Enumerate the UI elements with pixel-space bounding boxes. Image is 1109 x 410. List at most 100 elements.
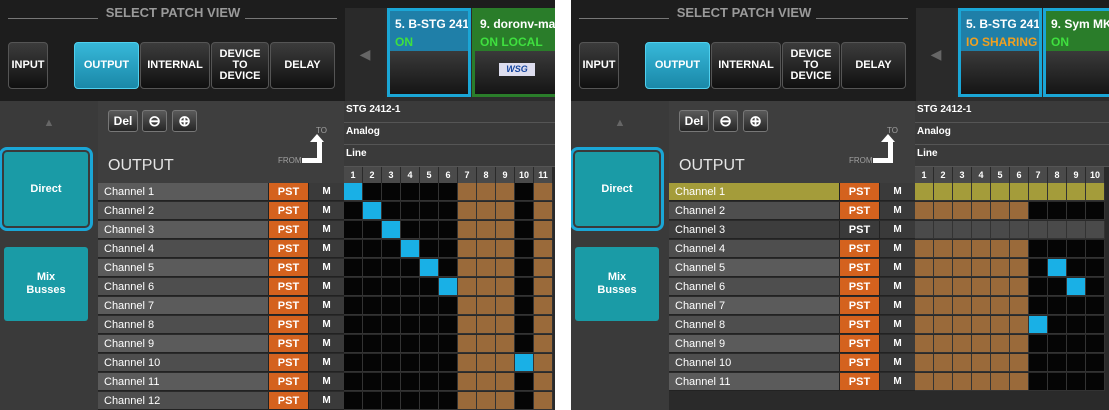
patch-cell[interactable] [934, 183, 953, 201]
patch-cell[interactable] [363, 392, 382, 410]
patch-cell[interactable] [1029, 202, 1048, 220]
patch-cell[interactable] [477, 202, 496, 220]
patch-cell[interactable] [401, 202, 420, 220]
mute-button[interactable]: M [879, 278, 915, 296]
patch-cell[interactable] [439, 354, 458, 372]
patch-cell[interactable] [401, 240, 420, 258]
patch-cell[interactable] [1086, 259, 1105, 277]
patch-cell[interactable] [439, 221, 458, 239]
patch-cell[interactable] [534, 316, 553, 334]
patch-cell[interactable] [934, 297, 953, 315]
pst-button[interactable]: PST [268, 240, 308, 258]
patch-cell[interactable] [1010, 297, 1029, 315]
patch-cell[interactable] [534, 202, 553, 220]
patch-cell[interactable] [1067, 259, 1086, 277]
device-card[interactable]: 9. Sym MK ON [1043, 8, 1109, 97]
pst-button[interactable]: PST [268, 335, 308, 353]
pst-button[interactable]: PST [268, 278, 308, 296]
patch-cell[interactable] [1010, 183, 1029, 201]
patch-cell[interactable] [1029, 278, 1048, 296]
patch-cell[interactable] [1048, 183, 1067, 201]
patch-cell[interactable] [515, 278, 534, 296]
zoom-out-button[interactable]: ⊖ [142, 110, 167, 132]
patch-cell[interactable] [915, 240, 934, 258]
patch-cell[interactable] [420, 202, 439, 220]
patch-cell[interactable] [420, 278, 439, 296]
patch-cell[interactable] [439, 373, 458, 391]
patch-cell[interactable] [991, 240, 1010, 258]
patch-cell[interactable] [934, 202, 953, 220]
patch-cell[interactable] [401, 316, 420, 334]
patch-cell[interactable] [953, 183, 972, 201]
mute-button[interactable]: M [879, 202, 915, 220]
table-row[interactable]: Channel 5 PST M [98, 259, 344, 277]
device-card[interactable]: 5. B-STG 2412 IO SHARING [958, 8, 1042, 97]
patch-cell[interactable] [934, 259, 953, 277]
patch-cell[interactable] [458, 278, 477, 296]
patch-cell[interactable] [344, 221, 363, 239]
table-row[interactable]: Channel 6 PST M [669, 278, 915, 296]
patch-cell[interactable] [477, 316, 496, 334]
patch-cell[interactable] [915, 202, 934, 220]
patch-cell[interactable] [401, 259, 420, 277]
scroll-left-button[interactable]: ◀ [345, 8, 385, 101]
patch-cell[interactable] [915, 259, 934, 277]
patch-cell[interactable] [915, 278, 934, 296]
patch-cell[interactable] [991, 202, 1010, 220]
patch-cell[interactable] [972, 278, 991, 296]
patch-cell[interactable] [382, 316, 401, 334]
patch-cell[interactable] [915, 221, 934, 239]
mute-button[interactable]: M [308, 240, 344, 258]
patch-cell[interactable] [382, 392, 401, 410]
patch-cell[interactable] [515, 202, 534, 220]
patch-cell[interactable] [344, 259, 363, 277]
table-row[interactable]: Channel 10 PST M [669, 354, 915, 372]
patch-cell[interactable] [382, 240, 401, 258]
patch-cell[interactable] [534, 335, 553, 353]
patch-cell[interactable] [458, 373, 477, 391]
patch-cell[interactable] [1029, 259, 1048, 277]
patch-view-button-internal[interactable]: INTERNAL [140, 42, 210, 89]
patch-cell[interactable] [1086, 202, 1105, 220]
patch-cell[interactable] [1067, 240, 1086, 258]
patch-cell[interactable] [458, 335, 477, 353]
patch-cell[interactable] [458, 240, 477, 258]
patch-cell[interactable] [1029, 316, 1048, 334]
pst-button[interactable]: PST [268, 202, 308, 220]
patch-view-button-internal[interactable]: INTERNAL [711, 42, 781, 89]
patch-cell[interactable] [953, 354, 972, 372]
pst-button[interactable]: PST [268, 221, 308, 239]
patch-cell[interactable] [363, 202, 382, 220]
patch-cell[interactable] [1010, 221, 1029, 239]
patch-cell[interactable] [991, 278, 1010, 296]
device-card[interactable]: 5. B-STG 2412 ON [387, 8, 471, 97]
patch-view-button-device-to-device[interactable]: DEVICE TO DEVICE [782, 42, 840, 89]
patch-cell[interactable] [496, 297, 515, 315]
patch-cell[interactable] [439, 278, 458, 296]
patch-cell[interactable] [382, 297, 401, 315]
patch-cell[interactable] [515, 259, 534, 277]
patch-cell[interactable] [420, 183, 439, 201]
patch-cell[interactable] [1029, 373, 1048, 391]
patch-cell[interactable] [534, 221, 553, 239]
table-row[interactable]: Channel 4 PST M [669, 240, 915, 258]
del-button[interactable]: Del [108, 110, 138, 132]
patch-cell[interactable] [363, 240, 382, 258]
pst-button[interactable]: PST [268, 183, 308, 201]
patch-cell[interactable] [382, 335, 401, 353]
patch-cell[interactable] [934, 278, 953, 296]
patch-cell[interactable] [1086, 354, 1105, 372]
patch-cell[interactable] [1086, 373, 1105, 391]
patch-cell[interactable] [972, 316, 991, 334]
patch-cell[interactable] [420, 259, 439, 277]
patch-cell[interactable] [1067, 373, 1086, 391]
patch-cell[interactable] [420, 221, 439, 239]
patch-cell[interactable] [439, 183, 458, 201]
patch-cell[interactable] [1048, 297, 1067, 315]
scroll-up-button[interactable]: ▲ [571, 101, 669, 145]
patch-cell[interactable] [515, 240, 534, 258]
patch-cell[interactable] [1067, 354, 1086, 372]
table-row[interactable]: Channel 6 PST M [98, 278, 344, 296]
patch-cell[interactable] [420, 373, 439, 391]
table-row[interactable]: Channel 5 PST M [669, 259, 915, 277]
